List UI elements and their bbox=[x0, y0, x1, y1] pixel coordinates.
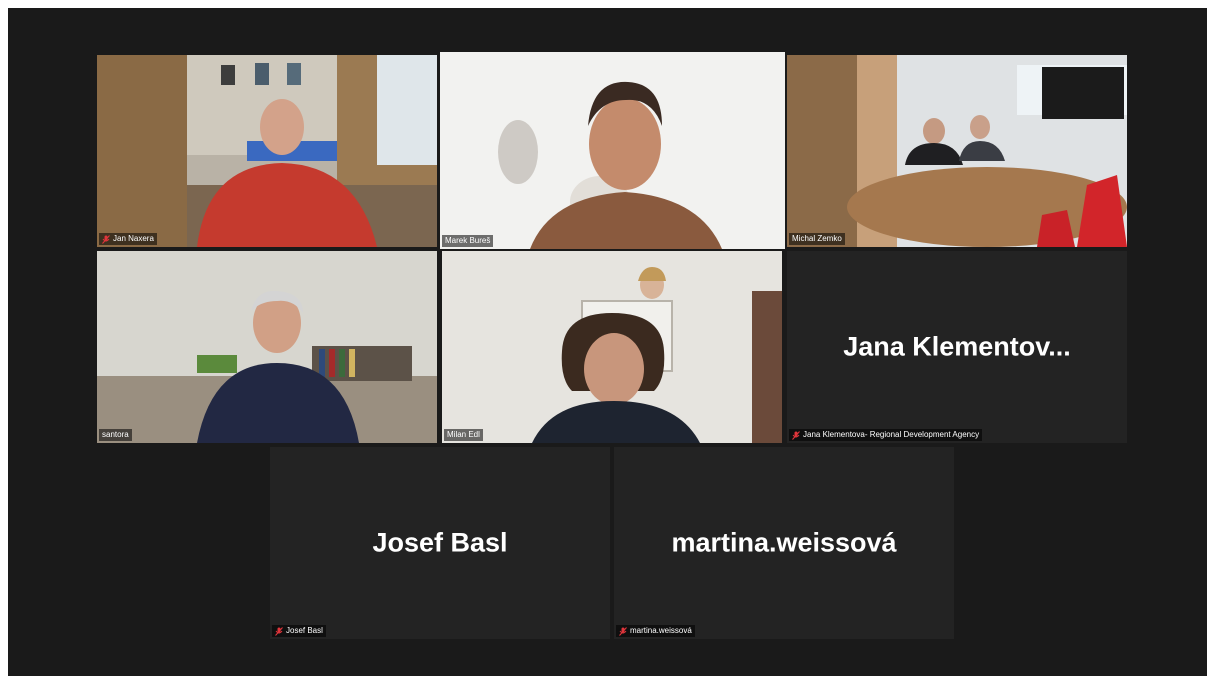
participant-name: Jana Klementova- Regional Development Ag… bbox=[803, 430, 980, 439]
participant-name: Jan Naxera bbox=[113, 234, 154, 243]
participant-name-tag: Milan Edl bbox=[444, 429, 483, 441]
video-tile-milan-edl[interactable]: Milan Edl bbox=[442, 251, 782, 443]
microphone-muted-icon bbox=[102, 234, 110, 244]
video-tile-santora[interactable]: santora bbox=[97, 251, 437, 443]
participant-display-name: Josef Basl bbox=[372, 527, 508, 558]
video-feed-marek-bures bbox=[440, 52, 785, 249]
participant-name: santora bbox=[102, 430, 129, 439]
microphone-muted-icon bbox=[619, 626, 627, 636]
participant-display-name: martina.weissová bbox=[671, 527, 897, 558]
participant-name: Josef Basl bbox=[286, 626, 323, 635]
video-tile-michal-zemko[interactable]: Michal Zemko bbox=[787, 55, 1127, 247]
video-feed-milan-edl bbox=[442, 251, 782, 443]
participant-name-tag: martina.weissová bbox=[616, 625, 695, 637]
video-tile-marek-bures[interactable]: Marek Bureš bbox=[440, 52, 785, 249]
microphone-muted-icon bbox=[275, 626, 283, 636]
video-feed-santora bbox=[97, 251, 437, 443]
participant-name-tag: Jana Klementova- Regional Development Ag… bbox=[789, 429, 983, 441]
video-tile-martina-weissova[interactable]: martina.weissová martina.weissová bbox=[614, 447, 954, 639]
participant-name: Michal Zemko bbox=[792, 234, 842, 243]
video-tile-josef-basl[interactable]: Josef Basl Josef Basl bbox=[270, 447, 610, 639]
video-tile-jana-klementova[interactable]: Jana Klementov... Jana Klementova- Regio… bbox=[787, 251, 1127, 443]
video-feed-jan-naxera bbox=[97, 55, 437, 247]
participant-name-tag: Marek Bureš bbox=[442, 235, 494, 247]
microphone-muted-icon bbox=[792, 430, 800, 440]
participant-name: Milan Edl bbox=[447, 430, 480, 439]
participant-name-tag: Josef Basl bbox=[272, 625, 326, 637]
participant-name-tag: Michal Zemko bbox=[789, 233, 845, 245]
video-gallery: Jan Naxera Marek Bureš Michal Zemko sant… bbox=[8, 8, 1207, 676]
participant-name-tag: Jan Naxera bbox=[99, 233, 157, 245]
participant-name: Marek Bureš bbox=[445, 236, 491, 245]
video-feed-michal-zemko bbox=[787, 55, 1127, 247]
participant-name: martina.weissová bbox=[630, 626, 692, 635]
video-tile-jan-naxera[interactable]: Jan Naxera bbox=[97, 55, 437, 247]
participant-display-name: Jana Klementov... bbox=[843, 331, 1071, 362]
participant-name-tag: santora bbox=[99, 429, 132, 441]
